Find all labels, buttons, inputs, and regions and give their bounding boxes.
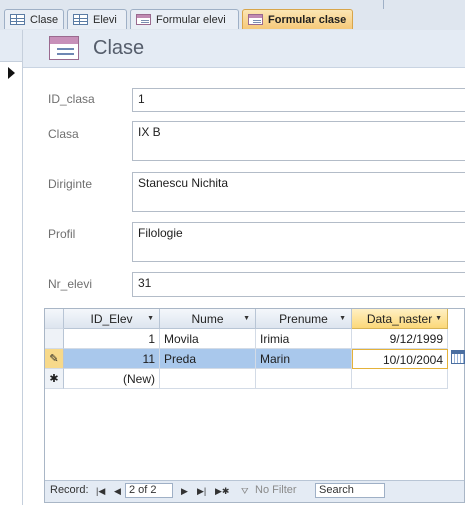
chevron-down-icon[interactable]: ▼: [339, 315, 346, 322]
form-icon: [248, 14, 263, 25]
label-id-clasa: ID_clasa: [48, 92, 95, 106]
chevron-down-icon[interactable]: ▼: [243, 315, 250, 322]
label-nr-elevi: Nr_elevi: [48, 277, 93, 291]
next-record-button[interactable]: ▶: [181, 486, 188, 497]
select-all-corner[interactable]: [45, 309, 64, 329]
previous-record-button[interactable]: ◀: [114, 486, 121, 497]
row-selector[interactable]: ✱: [45, 369, 64, 389]
record-selector[interactable]: [0, 30, 22, 505]
cell-nume[interactable]: Movila: [160, 329, 256, 349]
new-record-row[interactable]: ✱ (New): [45, 369, 464, 389]
column-header-label: Data_naster: [366, 312, 433, 326]
elevi-subform: ID_Elev ▼ Nume ▼ Prenume ▼ Data_naster ▼…: [44, 308, 465, 503]
first-record-button[interactable]: |◀: [96, 486, 105, 497]
row-selector[interactable]: ✎: [45, 349, 64, 369]
nr-elevi-field[interactable]: 31: [132, 272, 465, 297]
chevron-down-icon[interactable]: ▼: [435, 315, 442, 322]
current-record-input[interactable]: 2 of 2: [125, 483, 173, 498]
cell-nume[interactable]: [160, 369, 256, 389]
tab-formular-elevi[interactable]: Formular elevi: [130, 9, 239, 29]
table-icon: [73, 14, 88, 25]
header-row: ID_Elev ▼ Nume ▼ Prenume ▼ Data_naster ▼: [45, 309, 464, 329]
table-icon: [10, 14, 25, 25]
table-row[interactable]: 1 Movila Irimia 9/12/1999: [45, 329, 464, 349]
column-header-label: Prenume: [279, 312, 328, 326]
record-label: Record:: [50, 484, 89, 496]
cell-id-elev[interactable]: 11: [64, 349, 160, 369]
datasheet-grid: ID_Elev ▼ Nume ▼ Prenume ▼ Data_naster ▼…: [45, 309, 464, 481]
divider: [383, 0, 384, 9]
cell-id-elev[interactable]: (New): [64, 369, 160, 389]
cell-data-naster[interactable]: 9/12/1999: [352, 329, 448, 349]
cell-id-elev[interactable]: 1: [64, 329, 160, 349]
tab-label: Elevi: [93, 13, 117, 26]
last-record-button[interactable]: ▶|: [197, 486, 206, 497]
edit-pencil-icon: ✎: [49, 353, 59, 365]
column-header-label: Nume: [191, 312, 224, 326]
search-input[interactable]: Search: [315, 483, 385, 498]
diriginte-field[interactable]: Stanescu Nichita: [132, 172, 465, 212]
column-header-prenume[interactable]: Prenume ▼: [256, 309, 352, 329]
column-header-nume[interactable]: Nume ▼: [160, 309, 256, 329]
tab-label: Clase: [30, 13, 59, 26]
label-profil: Profil: [48, 227, 76, 241]
cell-data-naster[interactable]: 10/10/2004: [352, 349, 448, 369]
table-row[interactable]: ✎ 11 Preda Marin 10/10/2004: [45, 349, 464, 369]
form-header: Clase: [23, 30, 465, 68]
column-header-id-elev[interactable]: ID_Elev ▼: [64, 309, 160, 329]
profil-field[interactable]: Filologie: [132, 222, 465, 262]
tab-elevi[interactable]: Elevi: [67, 9, 127, 29]
tab-label: Formular elevi: [156, 13, 226, 26]
row-selector[interactable]: [45, 329, 64, 349]
cell-prenume[interactable]: Marin: [256, 349, 352, 369]
record-navigation-bar: Record: |◀ ◀ 2 of 2 ▶ ▶| ▶✱ ⛛ No Filter …: [45, 480, 464, 502]
cell-data-naster[interactable]: [352, 369, 448, 389]
filter-funnel-icon: ⛛: [241, 486, 249, 496]
new-record-asterisk-icon: ✱: [49, 373, 59, 385]
form-icon: [49, 36, 79, 60]
tab-label: Formular clase: [268, 13, 347, 26]
tab-formular-clase[interactable]: Formular clase: [242, 9, 353, 29]
cell-nume[interactable]: Preda: [160, 349, 256, 369]
new-record-button[interactable]: ▶✱: [215, 486, 229, 497]
current-record-arrow-icon: [8, 67, 15, 79]
chevron-down-icon[interactable]: ▼: [147, 315, 154, 322]
clasa-field[interactable]: IX B: [132, 121, 465, 161]
column-header-label: ID_Elev: [90, 312, 133, 326]
label-clasa: Clasa: [48, 127, 79, 141]
cell-prenume[interactable]: Irimia: [256, 329, 352, 349]
label-diriginte: Diriginte: [48, 177, 93, 191]
form-icon: [136, 14, 151, 25]
cell-prenume[interactable]: [256, 369, 352, 389]
id-clasa-field[interactable]: 1: [132, 88, 465, 112]
document-tab-strip: Clase Elevi Formular elevi Formular clas…: [0, 0, 465, 31]
column-header-data-naster[interactable]: Data_naster ▼: [352, 309, 448, 329]
no-filter-button[interactable]: No Filter: [255, 484, 297, 496]
calendar-icon[interactable]: [451, 350, 465, 364]
form-title: Clase: [93, 37, 145, 59]
tab-clase[interactable]: Clase: [4, 9, 64, 29]
